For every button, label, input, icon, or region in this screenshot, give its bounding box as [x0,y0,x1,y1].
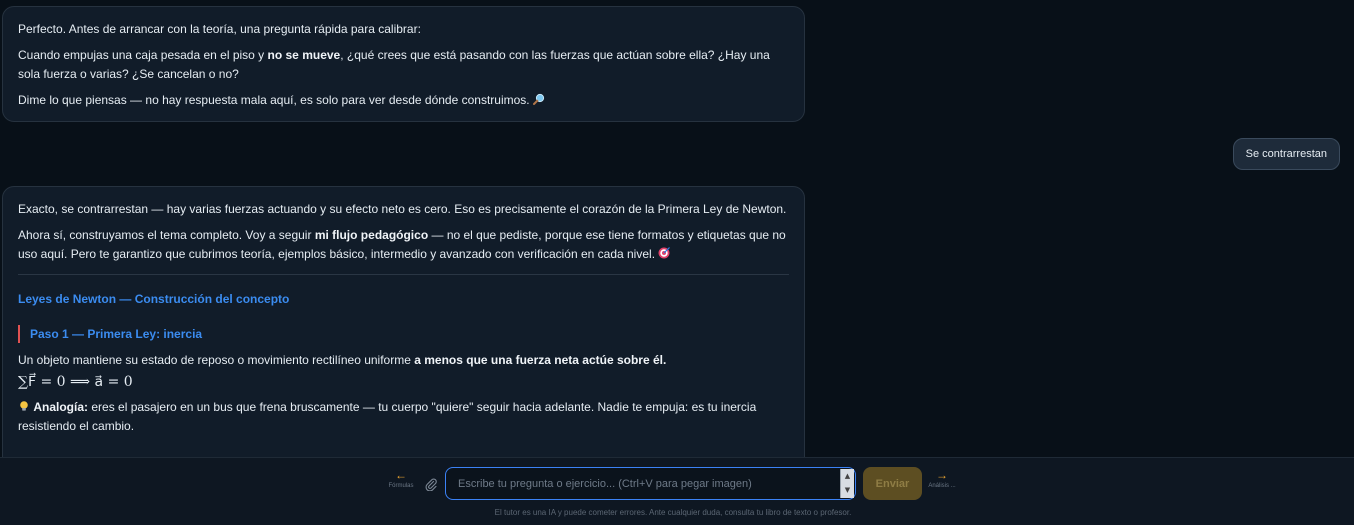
message-text: Exacto, se contrarrestan — hay varias fu… [18,202,787,216]
send-button[interactable]: Enviar [863,467,922,500]
bold-text: no se mueve [267,48,341,62]
target-icon [658,247,671,259]
bold-text: a menos que una fuerza neta actúe sobre … [414,353,667,367]
assistant-message: Exacto, se contrarrestan — hay varias fu… [2,186,805,457]
analogy: Analogía: eres el pasajero en un bus que… [18,398,789,436]
formula: ∑F⃗ = 0 ⟹ a⃗ = 0 [18,374,133,390]
input-scrollbar[interactable]: ▲ ▼ [840,469,854,498]
formulas-label: Fórmulas [388,483,414,489]
text-span: Un objeto mantiene su estado de reposo o… [18,353,415,367]
lightbulb-icon [20,401,28,411]
text-span: Ahora sí, construyamos el tema completo.… [18,228,315,242]
disclaimer: El tutor es una IA y puede cometer error… [494,508,852,517]
message-input-wrapper: ▲ ▼ [445,467,856,500]
message-text: Dime lo que piensas — no hay respuesta m… [18,91,789,110]
analysis-label: Análisis ... [928,483,956,489]
text-span: Dime lo que piensas — no hay respuesta m… [18,93,530,107]
message-input[interactable] [446,468,841,499]
divider [18,274,789,275]
message-text: Cuando empujas una caja pesada en el pis… [18,46,789,84]
text-span: Cuando empujas una caja pesada en el pis… [18,48,268,62]
paperclip-icon[interactable] [424,477,438,491]
analogy-label: Analogía: [33,400,89,414]
bold-text: mi flujo pedagógico [314,228,429,242]
message-text: Ahora sí, construyamos el tema completo.… [18,226,789,264]
arrow-left-icon: ← [395,468,407,482]
analysis-toggle[interactable]: → Análisis ... [922,468,962,490]
formulas-toggle[interactable]: ← Fórmulas [381,468,421,490]
arrow-right-icon: → [936,468,948,482]
assistant-message: Perfecto. Antes de arrancar con la teorí… [2,6,805,122]
law-statement: Un objeto mantiene su estado de reposo o… [18,351,789,370]
message-text: Perfecto. Antes de arrancar con la teorí… [18,22,421,36]
user-message: Se contrarrestan [1232,138,1340,170]
composer-bar: ← Fórmulas ▲ ▼ Enviar → Análisis ... El … [0,457,1354,525]
magnifier-icon [532,93,545,105]
text-span: eres el pasajero en un bus que frena bru… [18,400,757,433]
scroll-down-icon[interactable]: ▼ [841,483,854,497]
user-message-text: Se contrarrestan [1245,148,1327,160]
chat-area: Perfecto. Antes de arrancar con la teorí… [0,0,1354,457]
scroll-up-icon[interactable]: ▲ [841,469,854,483]
section-title: Leyes de Newton — Construcción del conce… [18,292,290,306]
step-title: Paso 1 — Primera Ley: inercia [18,325,789,343]
